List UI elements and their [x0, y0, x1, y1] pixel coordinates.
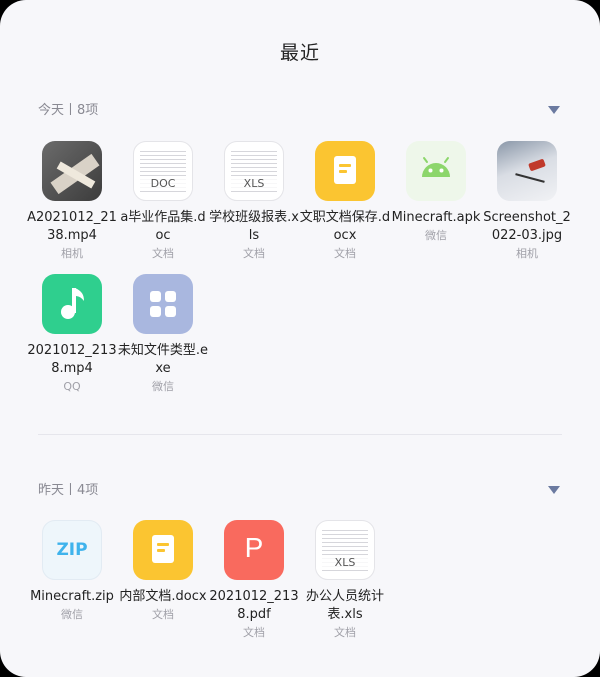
photo-thumbnail	[42, 141, 102, 201]
doc-tag: DOC	[134, 177, 192, 190]
file-item[interactable]: DOC a毕业作品集.doc 文档	[117, 141, 209, 262]
section-header-today: 今天丨8项	[38, 99, 562, 121]
file-name: 未知文件类型.exe	[117, 343, 209, 376]
music-note-icon	[42, 274, 102, 334]
unknown-grid-icon	[133, 274, 193, 334]
file-item[interactable]: Screenshot_2022-03.jpg 相机	[481, 141, 573, 262]
pdf-letter: P	[244, 532, 264, 563]
file-item[interactable]: Minecraft.apk 微信	[390, 141, 482, 244]
file-name: 办公人员统计表.xls	[305, 589, 384, 622]
file-source: 文档	[334, 247, 356, 260]
file-source: 微信	[152, 380, 174, 393]
file-source: 微信	[425, 229, 447, 242]
file-name: Screenshot_2022-03.jpg	[483, 210, 571, 243]
document-icon	[315, 141, 375, 201]
file-source: 文档	[243, 626, 265, 639]
file-name: 2021012_2138.mp4	[27, 343, 117, 376]
xls-thumbnail: XLS	[315, 520, 375, 580]
file-item[interactable]: 内部文档.docx 文档	[117, 520, 209, 623]
file-source: QQ	[63, 380, 81, 393]
file-source: 文档	[152, 608, 174, 621]
file-name: Minecraft.zip	[30, 589, 114, 604]
file-name: a毕业作品集.doc	[120, 210, 206, 243]
file-source: 文档	[334, 626, 356, 639]
doc-thumbnail: DOC	[133, 141, 193, 201]
section-divider	[38, 434, 562, 435]
zip-label: ZIP	[56, 540, 88, 560]
section-label-today: 今天丨8项	[38, 103, 99, 118]
file-item[interactable]: 2021012_2138.mp4 QQ	[26, 274, 118, 395]
file-item[interactable]: XLS 办公人员统计表.xls 文档	[299, 520, 391, 641]
zip-icon: ZIP	[42, 520, 102, 580]
file-source: 相机	[516, 247, 538, 260]
recent-files-panel: 最近 今天丨8项 A2021012_2138.mp4 相机 DOC a毕业作品集…	[0, 0, 600, 677]
page-title: 最近	[279, 42, 320, 64]
xls-tag: XLS	[316, 556, 374, 569]
file-item[interactable]: ZIP Minecraft.zip 微信	[26, 520, 118, 623]
file-name: 文职文档保存.docx	[299, 210, 391, 243]
file-item[interactable]: A2021012_2138.mp4 相机	[26, 141, 118, 262]
document-icon	[133, 520, 193, 580]
file-source: 微信	[61, 608, 83, 621]
pdf-icon: P	[224, 520, 284, 580]
android-icon	[406, 141, 466, 201]
file-source: 文档	[243, 247, 265, 260]
collapse-caret-icon[interactable]	[548, 106, 560, 114]
file-item[interactable]: 文职文档保存.docx 文档	[299, 141, 391, 262]
file-name: 内部文档.docx	[119, 589, 207, 604]
section-label-yesterday: 昨天丨4项	[38, 483, 99, 498]
file-name: 学校班级报表.xls	[209, 210, 299, 243]
section-header-yesterday: 昨天丨4项	[38, 479, 562, 501]
file-source: 相机	[61, 247, 83, 260]
file-name: A2021012_2138.mp4	[27, 210, 117, 243]
file-name: Minecraft.apk	[391, 210, 481, 225]
collapse-caret-icon[interactable]	[548, 486, 560, 494]
file-item[interactable]: XLS 学校班级报表.xls 文档	[208, 141, 300, 262]
skier-photo-thumbnail	[497, 141, 557, 201]
file-name: 2021012_2138.pdf	[209, 589, 299, 622]
file-item[interactable]: 未知文件类型.exe 微信	[117, 274, 209, 395]
xls-thumbnail: XLS	[224, 141, 284, 201]
file-source: 文档	[152, 247, 174, 260]
xls-tag: XLS	[225, 177, 283, 190]
file-item[interactable]: P 2021012_2138.pdf 文档	[208, 520, 300, 641]
